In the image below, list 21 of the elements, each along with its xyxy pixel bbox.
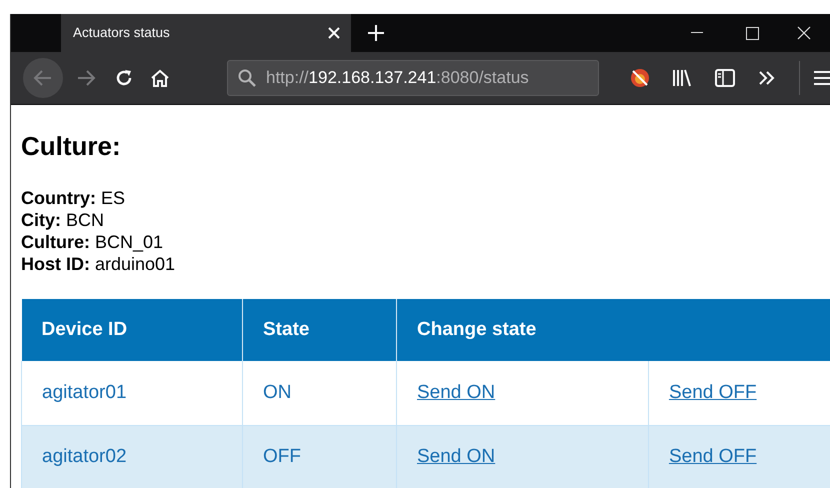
address-field[interactable]: http://192.168.137.241:8080/status bbox=[227, 60, 599, 96]
close-tab-icon[interactable] bbox=[327, 26, 341, 40]
menu-icon[interactable] bbox=[814, 70, 830, 86]
column-header: State bbox=[242, 299, 396, 362]
action-link[interactable]: Send OFF bbox=[668, 382, 757, 403]
action-link[interactable]: Send OFF bbox=[668, 446, 757, 467]
action-link[interactable]: Send ON bbox=[417, 446, 496, 467]
column-header: Device ID bbox=[22, 299, 242, 362]
state-cell: OFF bbox=[242, 425, 396, 488]
back-icon[interactable] bbox=[23, 58, 63, 98]
column-header: Change state bbox=[396, 299, 830, 362]
page-heading: Culture: bbox=[21, 131, 122, 162]
state-cell: ON bbox=[242, 361, 396, 426]
search-icon bbox=[238, 69, 256, 87]
device-id-cell: agitator01 bbox=[22, 361, 242, 426]
action-link[interactable]: Send ON bbox=[417, 382, 496, 403]
device-id-cell: agitator02 bbox=[22, 425, 242, 488]
info-line: Culture: BCN_01 bbox=[21, 231, 164, 254]
info-line: City: BCN bbox=[21, 209, 106, 232]
info-line: Host ID: arduino01 bbox=[21, 253, 176, 276]
info-line: Country: ES bbox=[21, 187, 126, 210]
